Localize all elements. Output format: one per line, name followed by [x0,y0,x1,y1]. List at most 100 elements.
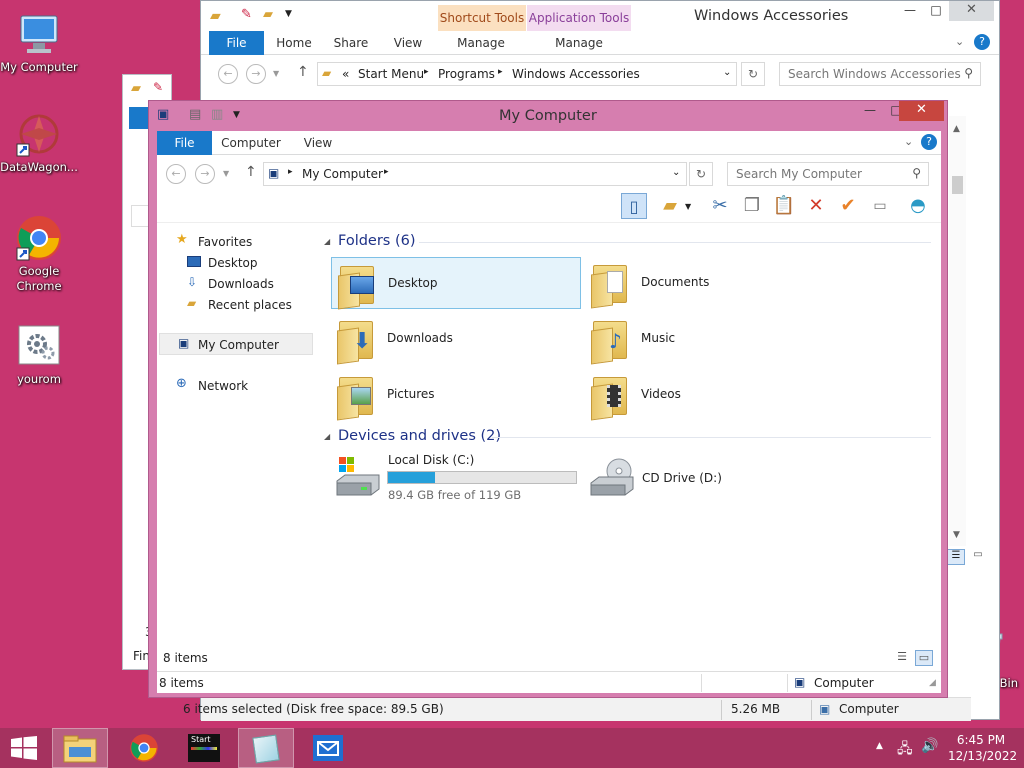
copy-icon[interactable]: ❐ [739,193,765,219]
breadcrumb-windows-accessories[interactable]: Windows Accessories [512,67,640,81]
maximize-button[interactable]: □ [923,1,949,21]
folder-tile-videos[interactable]: Videos [585,369,835,421]
taskbar-chrome[interactable] [116,728,172,768]
help-icon[interactable]: ? [921,134,937,150]
new-folder-icon[interactable]: ▥ [211,107,223,122]
network-status-icon[interactable]: 🖧 [897,738,913,762]
rename-icon[interactable]: ▭ [867,193,893,219]
tab-view[interactable]: View [295,131,341,155]
recent-dropdown-icon[interactable]: ▼ [223,169,229,178]
address-dropdown-icon[interactable]: ⌄ [723,67,731,78]
title-bar[interactable]: ▰ ✎ ▰ ▼ Shortcut Tools Application Tools… [201,1,999,31]
address-bar[interactable]: ▣ ▸ My Computer ▸ ⌄ [263,162,687,186]
drives-collapse-icon[interactable]: ◢ [324,432,330,441]
taskbar-notes-app[interactable] [238,728,294,768]
options-dropdown-icon[interactable]: ▼ [685,202,691,211]
nav-recent-places[interactable]: Recent places [208,298,292,312]
taskbar-start-menu-tile[interactable]: Start [176,728,232,768]
breadcrumb-overflow[interactable]: « [342,67,349,81]
close-button[interactable]: ✕ [899,101,944,121]
breadcrumb-start-menu[interactable]: Start Menu [358,67,424,81]
folders-collapse-icon[interactable]: ◢ [324,237,330,246]
scroll-down-arrow[interactable]: ▼ [953,530,960,540]
up-button[interactable]: ↑ [297,64,309,80]
help-icon[interactable]: ? [974,34,990,50]
new-folder-icon[interactable]: ▰ [263,7,273,22]
layout-pane-icon[interactable]: ▯ [621,193,647,219]
breadcrumb-programs[interactable]: Programs [438,67,495,81]
desktop-icon-datawagon[interactable]: DataWagon... [0,110,78,175]
folder-tile-pictures[interactable]: Pictures [331,369,581,421]
tab-manage-shortcut[interactable]: Manage [441,31,521,55]
recent-dropdown-icon[interactable]: ▼ [273,69,279,78]
tab-file[interactable]: File [209,31,264,55]
nav-downloads[interactable]: Downloads [208,277,274,291]
ribbon-expand-icon[interactable]: ⌄ [955,35,964,48]
application-tools-context-tab[interactable]: Application Tools [527,5,631,31]
taskbar-mail[interactable] [300,728,356,768]
minimize-button[interactable]: — [857,101,883,121]
paste-icon[interactable]: 📋 [771,193,797,219]
select-all-icon[interactable]: ✔ [835,193,861,219]
delete-icon[interactable]: ✕ [803,193,829,219]
my-computer-window[interactable]: ▣ ▤ ▥ ▼ My Computer — □ ✕ File Computer … [148,100,948,698]
properties-icon[interactable]: ✎ [241,7,252,22]
forward-button[interactable]: → [195,164,215,184]
back-button[interactable]: ← [166,164,186,184]
folder-tile-desktop[interactable]: Desktop [331,257,581,310]
nav-my-computer-row[interactable]: ▣ My Computer [159,333,313,355]
tab-manage-application[interactable]: Manage [531,31,627,55]
large-icons-view-icon[interactable]: ▭ [915,650,933,666]
tab-home[interactable]: Home [271,31,317,55]
vertical-scrollbar[interactable]: ▲ ▼ [949,116,966,546]
minimize-button[interactable]: — [897,1,923,21]
title-bar[interactable]: ▣ ▤ ▥ ▼ My Computer — □ ✕ [149,101,947,131]
start-button[interactable] [0,728,50,768]
desktop-icon-my-computer[interactable]: My Computer [0,10,78,75]
drive-tile-local-disk[interactable]: Local Disk (C:) 89.4 GB free of 119 GB [331,451,581,505]
folders-section-header[interactable]: Folders (6) [338,233,416,249]
search-input[interactable]: Search My Computer ⚲ [727,162,929,186]
qat-dropdown-icon[interactable]: ▼ [233,110,240,120]
address-dropdown-icon[interactable]: ⌄ [672,167,680,178]
up-button[interactable]: ↑ [245,164,257,180]
show-hidden-icons-icon[interactable]: ▲ [876,741,883,751]
address-bar[interactable]: ▰ « Start Menu ▸ Programs ▸ Windows Acce… [317,62,737,86]
forward-button[interactable]: → [246,64,266,84]
clock[interactable]: 6:45 PM 12/13/2022 [948,732,1017,764]
search-input[interactable]: Search Windows Accessories ⚲ [779,62,981,86]
scroll-thumb[interactable] [952,176,963,194]
back-button[interactable]: ← [218,64,238,84]
resize-grip-icon[interactable]: ◢ [929,678,936,688]
breadcrumb-my-computer[interactable]: My Computer [302,167,383,181]
refresh-button[interactable]: ↻ [741,62,765,86]
desktop-icon-google-chrome[interactable]: Google Chrome [0,214,78,294]
folder-options-icon[interactable]: ▰ [657,193,683,219]
drives-section-header[interactable]: Devices and drives (2) [338,428,501,444]
refresh-button[interactable]: ↻ [689,162,713,186]
volume-icon[interactable]: 🔊 [921,738,938,754]
folder-tile-downloads[interactable]: ⬇ Downloads [331,313,581,365]
drive-tile-cd-drive[interactable]: CD Drive (D:) [585,451,835,505]
tab-computer[interactable]: Computer [219,131,283,155]
nav-favorites[interactable]: Favorites [198,235,252,249]
folder-tile-music[interactable]: ♪ Music [585,313,835,365]
tab-share[interactable]: Share [327,31,375,55]
taskbar-file-explorer[interactable] [52,728,108,768]
ribbon-expand-icon[interactable]: ⌄ [904,135,913,148]
tab-view[interactable]: View [385,31,431,55]
tab-file[interactable]: File [157,131,212,155]
nav-network[interactable]: Network [198,379,248,393]
qat-dropdown-icon[interactable]: ▼ [285,9,292,19]
shell-icon[interactable]: ◓ [905,193,931,219]
details-view-icon[interactable]: ☰ [947,549,965,565]
details-view-icon[interactable]: ☰ [893,650,911,666]
properties-icon[interactable]: ▤ [189,107,201,122]
shortcut-tools-context-tab[interactable]: Shortcut Tools [438,5,526,31]
nav-desktop[interactable]: Desktop [208,256,258,270]
folder-tile-documents[interactable]: Documents [585,257,835,309]
cut-icon[interactable]: ✂ [707,193,733,219]
desktop-icon-yourom[interactable]: yourom [0,322,78,387]
scroll-up-arrow[interactable]: ▲ [953,124,960,134]
large-icons-view-icon[interactable]: ▭ [969,549,987,565]
